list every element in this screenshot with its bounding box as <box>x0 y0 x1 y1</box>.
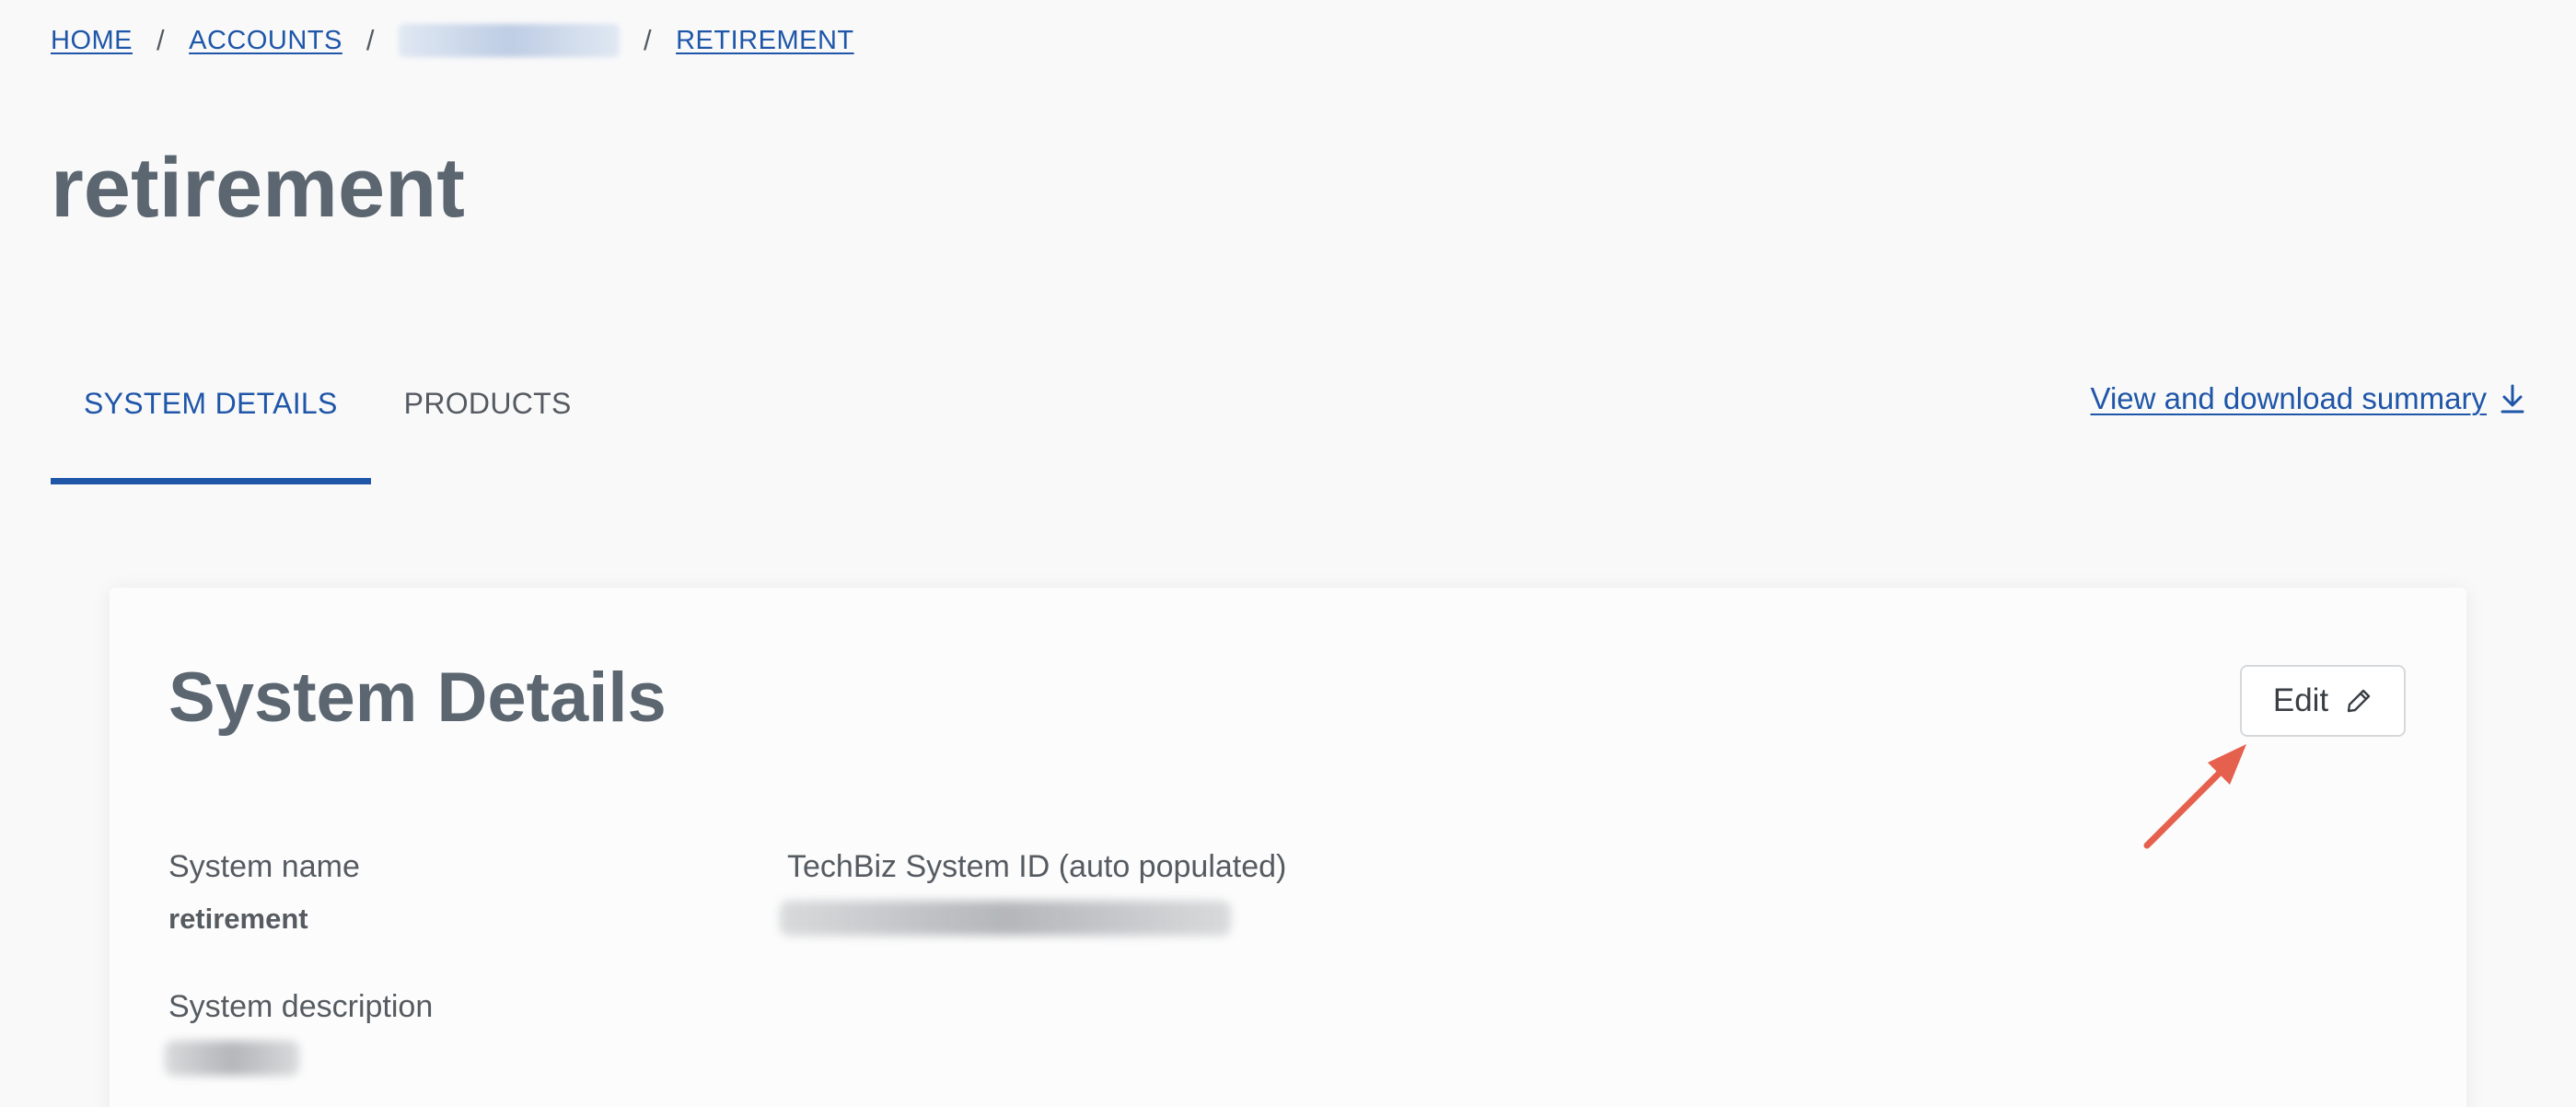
page-title: retirement <box>51 141 465 235</box>
view-download-summary-link[interactable]: View and download summary <box>2091 381 2525 416</box>
breadcrumb: HOME / ACCOUNTS / / RETIREMENT <box>51 24 854 57</box>
tab-bar: SYSTEM DETAILS PRODUCTS <box>51 368 605 484</box>
system-description-value-redacted <box>165 1041 299 1076</box>
tab-system-details[interactable]: SYSTEM DETAILS <box>51 368 371 484</box>
system-details-title: System Details <box>168 658 667 737</box>
system-details-card: System Details Edit System name retireme… <box>110 588 2466 1107</box>
breadcrumb-separator: / <box>643 24 653 56</box>
pencil-icon <box>2345 687 2373 715</box>
breadcrumb-redacted-account-link[interactable] <box>398 24 620 57</box>
download-icon <box>2500 383 2525 414</box>
edit-button-label: Edit <box>2272 682 2329 718</box>
breadcrumb-retirement-link[interactable]: RETIREMENT <box>676 26 854 56</box>
page: HOME / ACCOUNTS / / RETIREMENT retiremen… <box>0 0 2576 1107</box>
breadcrumb-separator: / <box>366 24 375 56</box>
breadcrumb-home-link[interactable]: HOME <box>51 26 133 56</box>
system-name-label: System name <box>168 849 360 884</box>
summary-link-label: View and download summary <box>2090 381 2487 415</box>
techbiz-system-id-value-redacted <box>780 901 1231 936</box>
breadcrumb-separator: / <box>157 24 166 56</box>
edit-button[interactable]: Edit <box>2240 665 2406 737</box>
tab-products[interactable]: PRODUCTS <box>371 368 605 484</box>
annotation-arrow-icon <box>2143 744 2246 849</box>
system-description-label: System description <box>168 989 434 1024</box>
techbiz-system-id-label: TechBiz System ID (auto populated) <box>787 849 1287 884</box>
system-name-value: retirement <box>168 903 308 935</box>
breadcrumb-accounts-link[interactable]: ACCOUNTS <box>189 26 342 56</box>
